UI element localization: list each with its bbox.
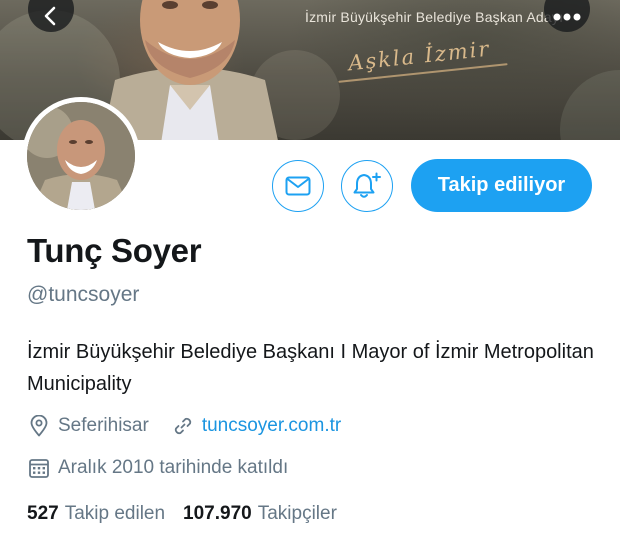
profile-bio: İzmir Büyükşehir Belediye Başkanı I Mayo… (27, 341, 594, 395)
bell-plus-icon (353, 172, 381, 198)
profile-meta-row: Aralık 2010 tarihinde katıldı (27, 456, 288, 480)
avatar-portrait (27, 102, 135, 210)
profile-location: Seferihisar (58, 415, 149, 436)
profile-website-link[interactable]: tuncsoyer.com.tr (202, 415, 341, 437)
more-horizontal-icon (553, 13, 581, 21)
banner-title: İzmir Büyükşehir Belediye Başkan Adayı (305, 9, 564, 25)
following-label: Takip edilen (64, 503, 166, 524)
following-button[interactable]: Takip ediliyor (411, 159, 592, 212)
notifications-button[interactable] (341, 160, 393, 212)
chevron-left-icon (44, 6, 56, 26)
banner-slogan: Aşkla İzmir (347, 36, 492, 76)
followers-count: 107.970 (183, 503, 252, 524)
calendar-icon (27, 456, 51, 480)
following-count: 527 (27, 503, 59, 524)
followers-label: Takipçiler (257, 503, 337, 524)
profile-stats: 527 Takip edilen 107.970 Takipçiler (27, 503, 337, 525)
profile-name: Tunç Soyer (27, 232, 202, 269)
avatar-image (27, 102, 135, 210)
profile-join-date: Aralık 2010 tarihinde katıldı (58, 457, 289, 478)
more-button[interactable] (544, 0, 590, 32)
location-pin-icon (27, 414, 51, 438)
followers-stat[interactable]: 107.970 Takipçiler (183, 503, 337, 525)
link-icon (171, 414, 195, 438)
following-stat[interactable]: 527 Takip edilen (27, 503, 165, 525)
message-button[interactable] (272, 160, 324, 212)
envelope-icon (285, 176, 311, 196)
banner-bokeh (560, 70, 620, 140)
avatar[interactable] (22, 97, 140, 215)
profile-meta-row: Seferihisar tuncsoyer.com.tr (27, 414, 341, 438)
profile-handle: @tuncsoyer (27, 283, 140, 306)
